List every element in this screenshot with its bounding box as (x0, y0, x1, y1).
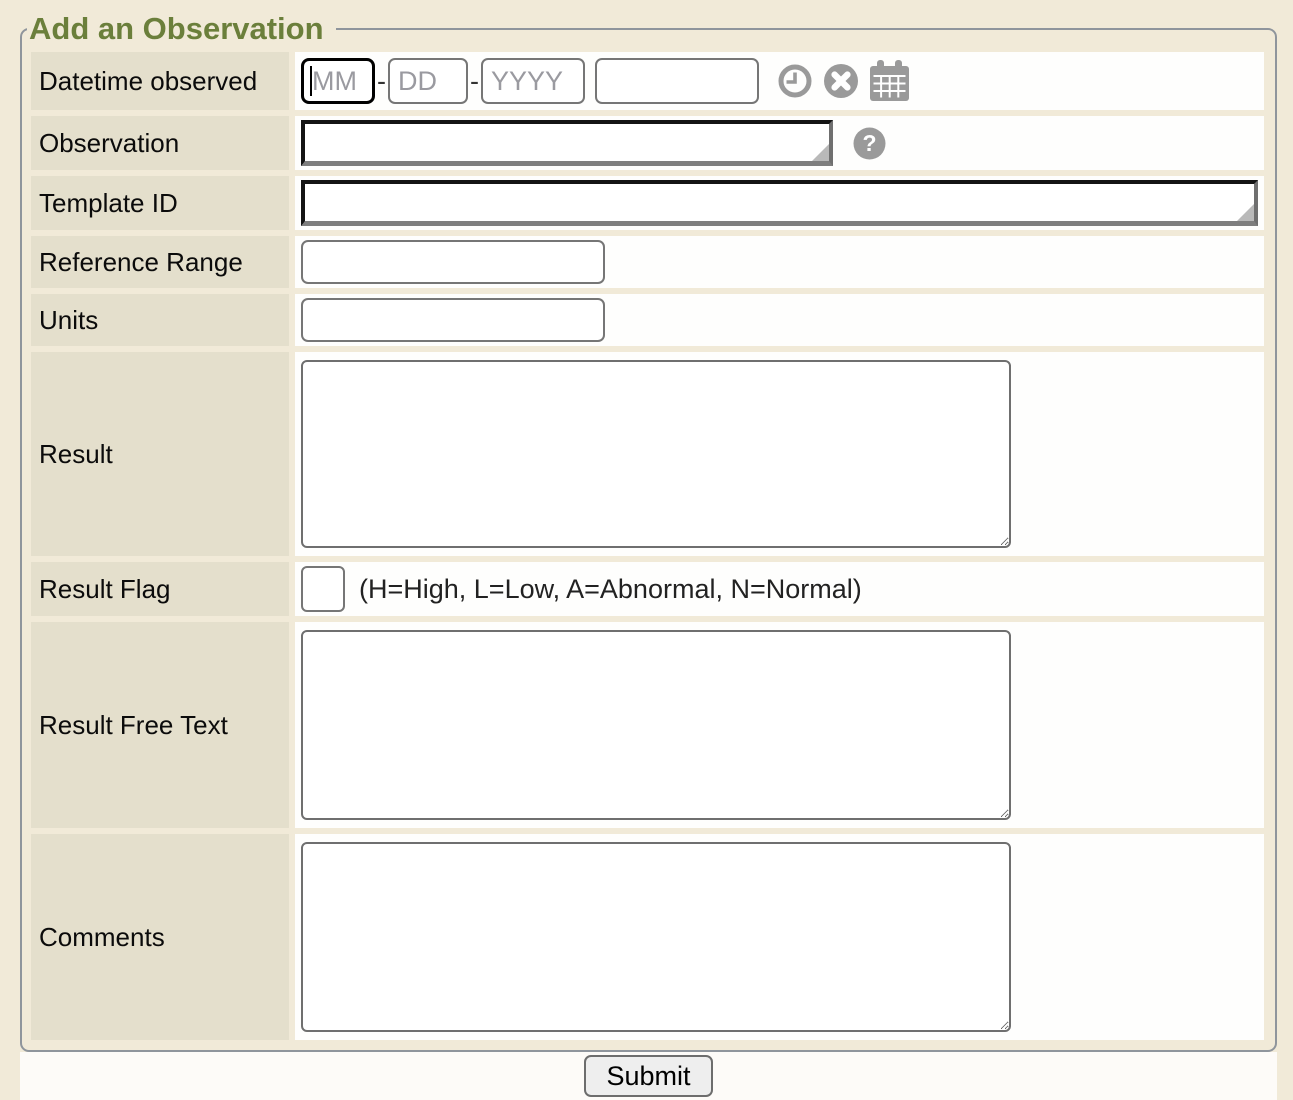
template-id-label: Template ID (31, 176, 289, 230)
clock-icon[interactable] (777, 63, 813, 99)
date-separator: - (470, 66, 479, 97)
reference-range-input[interactable] (301, 240, 605, 284)
add-observation-form: Add an Observation Datetime observed - - (20, 12, 1277, 1100)
result-flag-label: Result Flag (31, 562, 289, 616)
row-result-free-text: Result Free Text (31, 622, 1264, 828)
row-datetime-observed: Datetime observed - - (31, 52, 1264, 110)
time-input[interactable] (595, 58, 759, 104)
month-input[interactable] (301, 58, 375, 104)
day-input[interactable] (388, 58, 468, 104)
date-separator: - (377, 66, 386, 97)
observation-select[interactable] (305, 124, 829, 161)
row-units: Units (31, 294, 1264, 346)
comments-textarea[interactable] (301, 842, 1011, 1032)
text-caret (310, 66, 312, 96)
result-free-text-textarea[interactable] (301, 630, 1011, 820)
row-reference-range: Reference Range (31, 236, 1264, 288)
row-observation: Observation ? (31, 116, 1264, 170)
result-flag-input[interactable] (301, 566, 345, 612)
result-flag-hint: (H=High, L=Low, A=Abnormal, N=Normal) (359, 574, 862, 605)
svg-text:?: ? (863, 130, 877, 156)
result-textarea[interactable] (301, 360, 1011, 548)
row-comments: Comments (31, 834, 1264, 1040)
result-label: Result (31, 352, 289, 556)
question-circle-icon[interactable]: ? (853, 127, 886, 160)
clear-icon[interactable] (823, 63, 859, 99)
datetime-observed-label: Datetime observed (31, 52, 289, 110)
row-result-flag: Result Flag (H=High, L=Low, A=Abnormal, … (31, 562, 1264, 616)
form-title: Add an Observation (27, 12, 336, 46)
units-label: Units (31, 294, 289, 346)
units-input[interactable] (301, 298, 605, 342)
row-result: Result (31, 352, 1264, 556)
template-id-select[interactable] (305, 184, 1254, 221)
submit-button[interactable]: Submit (584, 1055, 712, 1097)
row-template-id: Template ID (31, 176, 1264, 230)
form-table: Datetime observed - - (25, 46, 1270, 1046)
calendar-icon[interactable] (869, 60, 910, 102)
observation-fieldset: Add an Observation Datetime observed - - (20, 12, 1277, 1052)
year-input[interactable] (481, 58, 585, 104)
result-free-text-label: Result Free Text (31, 622, 289, 828)
submit-row: Submit (20, 1052, 1277, 1100)
reference-range-label: Reference Range (31, 236, 289, 288)
comments-label: Comments (31, 834, 289, 1040)
observation-label: Observation (31, 116, 289, 170)
